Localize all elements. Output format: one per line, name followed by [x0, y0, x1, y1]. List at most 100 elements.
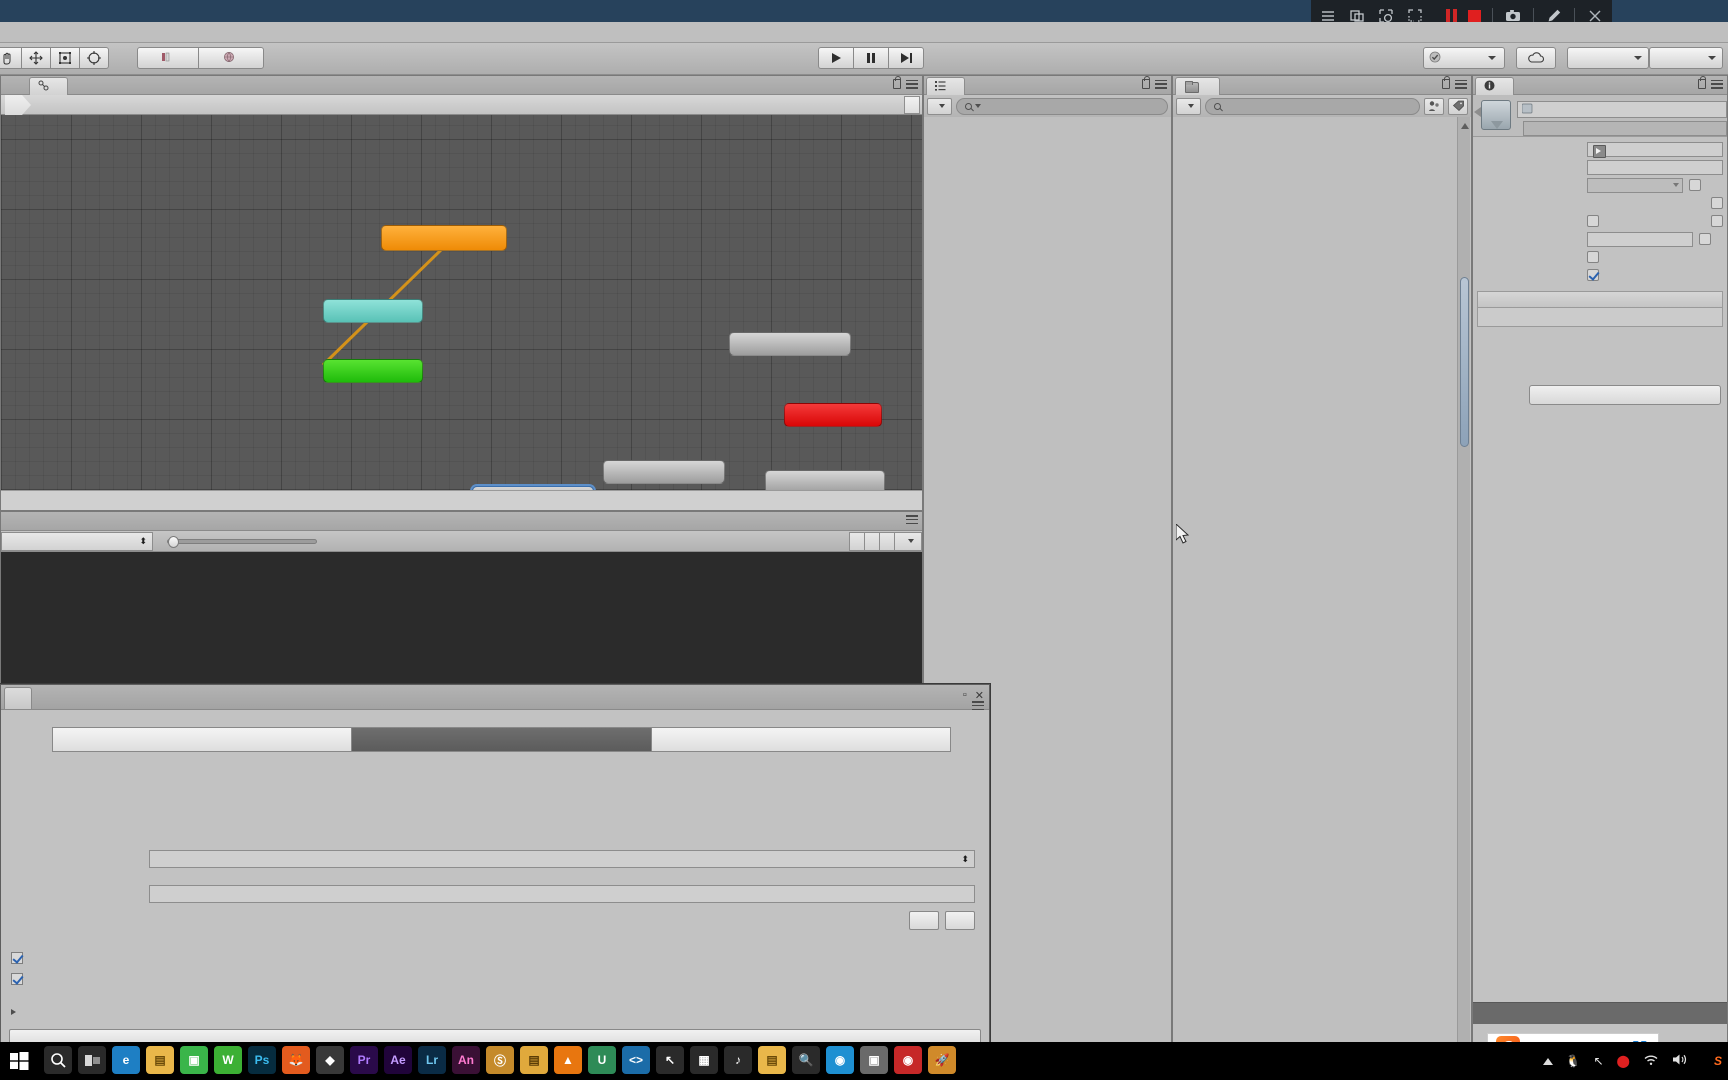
- back-arrow-icon[interactable]: [1474, 107, 1481, 117]
- play-button[interactable]: [818, 47, 854, 69]
- taskbar-photoshop-icon[interactable]: Ps: [248, 1046, 276, 1074]
- stats-button[interactable]: [879, 531, 894, 551]
- browse-button[interactable]: [909, 910, 939, 930]
- taskbar-unity-icon[interactable]: U: [588, 1046, 616, 1074]
- animator-state-graph[interactable]: [1, 115, 922, 490]
- project-toolbar[interactable]: [1173, 95, 1471, 117]
- project-create-button[interactable]: [1176, 97, 1201, 115]
- panel-menu-icon[interactable]: [972, 701, 984, 710]
- filter-by-label-button[interactable]: [1448, 97, 1468, 115]
- scroll-up-icon[interactable]: [1460, 123, 1469, 129]
- move-tool-button[interactable]: [21, 47, 51, 69]
- project-scrollbar-thumb[interactable]: [1460, 277, 1469, 447]
- chevron-up-icon[interactable]: [1542, 1057, 1553, 1065]
- panel-menu-icon[interactable]: [1155, 79, 1167, 89]
- copy-streamingassets-checkbox[interactable]: [11, 973, 26, 985]
- taskbar-sketch-icon[interactable]: ◆: [316, 1046, 344, 1074]
- panel-tools[interactable]: [893, 76, 918, 89]
- taskbar-taskview-icon[interactable]: [78, 1046, 106, 1074]
- scale-slider-knob[interactable]: [168, 535, 179, 548]
- add-behaviour-button[interactable]: [1529, 385, 1721, 405]
- sogou-tray-icon[interactable]: S: [1714, 1054, 1722, 1068]
- stop-recording-button[interactable]: [1468, 9, 1481, 23]
- state-node-exit[interactable]: [784, 403, 882, 427]
- pivot-toggle-button[interactable]: [137, 47, 199, 69]
- field-foot-ik[interactable]: [1473, 249, 1727, 265]
- taskbar-lightroom-icon[interactable]: Lr: [418, 1046, 446, 1074]
- output-path-row[interactable]: [15, 885, 975, 903]
- cycle-offset-parameter-checkbox[interactable]: [1699, 233, 1711, 245]
- taskbar-chrome-icon[interactable]: ◉: [894, 1046, 922, 1074]
- cycle-offset-input[interactable]: [1587, 231, 1693, 247]
- tab-build[interactable]: [351, 727, 652, 752]
- hierarchy-toolbar[interactable]: [924, 95, 1171, 117]
- field-motion[interactable]: [1473, 141, 1727, 158]
- panel-tools[interactable]: [906, 515, 918, 524]
- taskbar-folder-icon[interactable]: ▤: [520, 1046, 548, 1074]
- panel-tools[interactable]: [1142, 76, 1167, 89]
- game-view-toolbar[interactable]: ⬍: [1, 531, 922, 552]
- rotate-tool-button[interactable]: [50, 47, 80, 69]
- lock-icon[interactable]: [893, 76, 901, 89]
- gizmos-button[interactable]: [894, 531, 922, 551]
- penguin-icon[interactable]: 🐧: [1566, 1054, 1581, 1068]
- taskbar-aftereffects-icon[interactable]: Ae: [384, 1046, 412, 1074]
- speed-input[interactable]: [1587, 159, 1723, 175]
- breadcrumb-base-layer[interactable]: [5, 95, 31, 115]
- project-scrollbar[interactable]: [1457, 117, 1470, 1078]
- taskbar-vscode-icon[interactable]: <>: [622, 1046, 650, 1074]
- window-controls[interactable]: [1616, 0, 1728, 22]
- pause-recording-button[interactable]: [1446, 9, 1457, 23]
- taskbar-app-icon[interactable]: ▣: [860, 1046, 888, 1074]
- tab-assetbundles[interactable]: [4, 687, 32, 709]
- panel-menu-icon[interactable]: [906, 79, 918, 89]
- volume-icon[interactable]: [1672, 1053, 1688, 1069]
- clear-folders-checkbox[interactable]: [11, 952, 26, 964]
- taskbar-sublime-icon[interactable]: Ⓢ: [486, 1046, 514, 1074]
- assetbundles-mode-tabs[interactable]: [52, 727, 951, 752]
- state-node-test2[interactable]: [729, 332, 851, 356]
- auto-live-link-button[interactable]: [904, 96, 920, 114]
- tab-inspect[interactable]: [650, 727, 951, 752]
- taskbar-wechat-icon[interactable]: W: [214, 1046, 242, 1074]
- motion-object-field[interactable]: [1587, 141, 1723, 158]
- field-cycle-offset[interactable]: [1473, 231, 1727, 247]
- panel-menu-icon[interactable]: [1455, 79, 1467, 89]
- playback-controls[interactable]: [818, 47, 924, 69]
- mirror-checkbox[interactable]: [1587, 215, 1599, 227]
- tab-configure[interactable]: [52, 727, 353, 752]
- build-target-row[interactable]: ⬍: [15, 850, 975, 868]
- output-path-input[interactable]: [149, 885, 975, 903]
- taskbar-explorer2-icon[interactable]: ▤: [758, 1046, 786, 1074]
- taskbar-edge-icon[interactable]: e: [112, 1046, 140, 1074]
- field-speed[interactable]: [1473, 159, 1727, 175]
- record-tray-icon[interactable]: ⬤: [1617, 1054, 1630, 1068]
- field-normalized-time[interactable]: [1473, 195, 1727, 211]
- state-node-test5[interactable]: [603, 460, 725, 484]
- rect-tool-button[interactable]: [79, 47, 109, 69]
- panel-menu-icon[interactable]: [1711, 79, 1723, 89]
- hierarchy-search-input[interactable]: [956, 97, 1168, 115]
- start-button[interactable]: [6, 1048, 32, 1074]
- aspect-ratio-dropdown[interactable]: ⬍: [1, 531, 153, 551]
- panel-menu-icon[interactable]: [906, 515, 918, 524]
- game-render-surface[interactable]: [1, 552, 922, 691]
- path-buttons-row[interactable]: [15, 910, 975, 930]
- state-node-any-state[interactable]: [323, 299, 423, 323]
- clear-folders-row[interactable]: [11, 949, 975, 967]
- step-button[interactable]: [888, 47, 924, 69]
- project-tree[interactable]: [1173, 117, 1457, 1079]
- mirror-parameter-checkbox[interactable]: [1711, 215, 1723, 227]
- taskbar-browser-icon[interactable]: ◉: [826, 1046, 854, 1074]
- lock-icon[interactable]: [1442, 76, 1450, 89]
- state-node-test1[interactable]: [381, 225, 507, 251]
- taskbar-premiere-icon[interactable]: Pr: [350, 1046, 378, 1074]
- write-defaults-checkbox[interactable]: [1587, 269, 1599, 281]
- multiplier-dropdown[interactable]: [1587, 177, 1683, 193]
- copy-streaming-row[interactable]: [11, 970, 975, 988]
- field-multiplier[interactable]: [1473, 177, 1727, 193]
- lock-icon[interactable]: [1142, 76, 1150, 89]
- tab-hierarchy[interactable]: [926, 77, 965, 95]
- field-write-defaults[interactable]: [1473, 267, 1727, 283]
- mute-audio-button[interactable]: [864, 531, 879, 551]
